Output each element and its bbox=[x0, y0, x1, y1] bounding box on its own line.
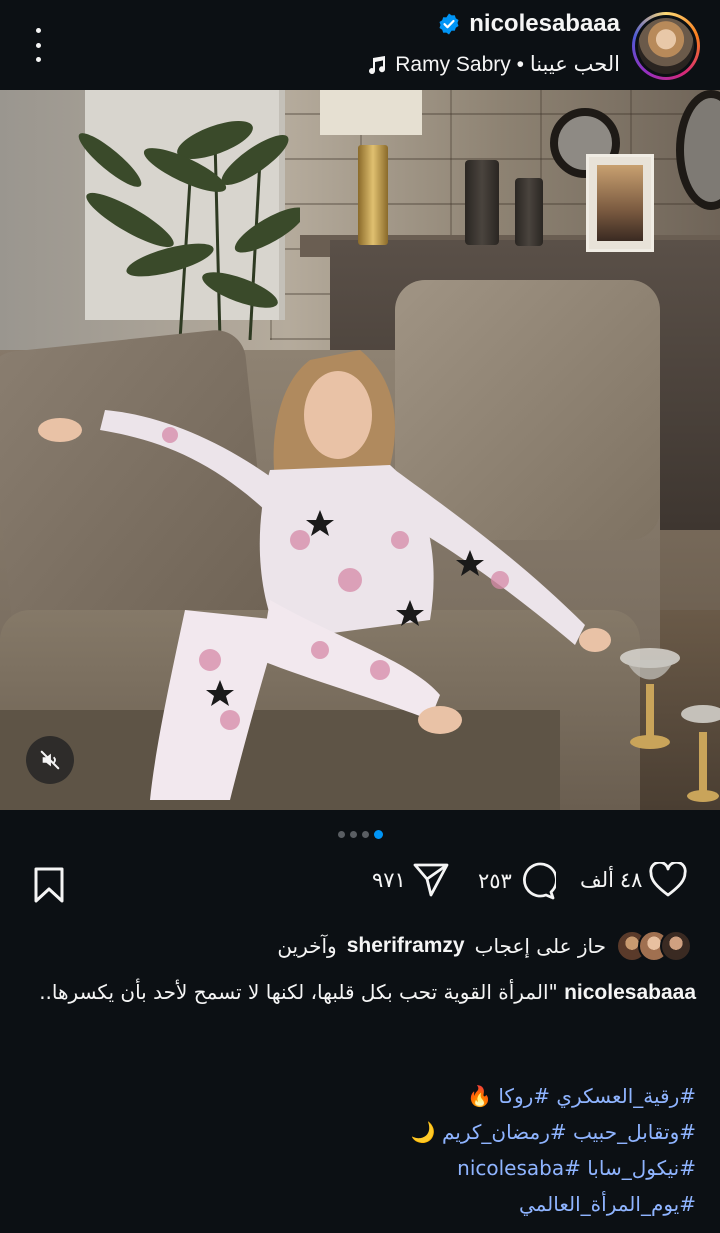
caption-text: "المرأة القوية تحب بكل قلبها، لكنها لا ت… bbox=[39, 980, 558, 1004]
caption: nicolesabaaa "المرأة القوية تحب بكل قلبه… bbox=[16, 974, 696, 1011]
music-note-icon bbox=[369, 55, 386, 74]
hashtag-line[interactable]: #يوم_المرأة_العالمي bbox=[16, 1186, 696, 1222]
post-header: nicolesabaaa Ramy Sabry • الحب عيبنا bbox=[0, 0, 720, 90]
shares-count: ٩٧١ bbox=[372, 868, 406, 892]
send-icon bbox=[413, 863, 449, 897]
hashtag-block: #رقية_العسكري #روكا 🔥 #وتقابل_حبيب #رمضا… bbox=[16, 1078, 696, 1222]
comments-count: ٢٥٣ bbox=[478, 869, 512, 893]
hashtag-line[interactable]: #نيكول_سابا #nicolesaba bbox=[16, 1150, 696, 1186]
more-options-icon[interactable] bbox=[28, 28, 48, 62]
save-button[interactable] bbox=[32, 866, 66, 908]
username[interactable]: nicolesabaaa bbox=[469, 10, 620, 38]
carousel-dot bbox=[349, 831, 357, 838]
verified-badge-icon bbox=[439, 13, 459, 35]
avatar-image bbox=[638, 18, 694, 74]
caption-username[interactable]: nicolesabaaa bbox=[564, 981, 696, 1004]
liked-by-user[interactable]: sheriframzy bbox=[347, 934, 465, 958]
likes-count: ٤٨ ألف bbox=[580, 868, 643, 892]
avatar[interactable] bbox=[632, 12, 700, 80]
photo-frame bbox=[586, 154, 654, 252]
hashtag-line[interactable]: #رقية_العسكري #روكا 🔥 bbox=[16, 1078, 696, 1114]
hashtag-line[interactable]: #وتقابل_حبيب #رمضان_كريم 🌙 bbox=[16, 1114, 696, 1150]
share-button[interactable]: ٩٧١ bbox=[372, 862, 450, 898]
comment-button[interactable]: ٢٥٣ bbox=[478, 862, 556, 900]
carousel-dot bbox=[337, 831, 345, 838]
mute-button[interactable] bbox=[26, 736, 74, 784]
post-image[interactable] bbox=[0, 90, 720, 810]
action-bar: ٩٧١ ٢٥٣ ٤٨ ألف bbox=[0, 862, 720, 912]
carousel-dot bbox=[361, 831, 369, 838]
heart-icon bbox=[649, 862, 687, 897]
like-button[interactable]: ٤٨ ألف bbox=[580, 862, 688, 898]
candle-holder bbox=[681, 705, 720, 802]
carousel-indicator bbox=[0, 830, 720, 841]
carousel-dot-active bbox=[373, 830, 383, 839]
likes-suffix: وآخرين bbox=[277, 934, 337, 958]
bookmark-icon bbox=[34, 867, 64, 903]
music-row[interactable]: Ramy Sabry • الحب عيبنا bbox=[367, 52, 620, 77]
likes-prefix: حاز على إعجاب bbox=[474, 934, 606, 958]
muted-speaker-icon bbox=[40, 750, 60, 770]
music-label[interactable]: Ramy Sabry • الحب عيبنا bbox=[395, 52, 620, 77]
liked-by-row[interactable]: حاز على إعجاب sheriframzy وآخرين bbox=[277, 930, 692, 962]
candle-holder bbox=[620, 648, 680, 749]
username-row[interactable]: nicolesabaaa bbox=[437, 10, 620, 38]
woman-figure bbox=[38, 350, 611, 800]
lamp bbox=[320, 90, 422, 135]
liker-avatar bbox=[660, 930, 692, 962]
comment-icon bbox=[522, 862, 556, 900]
liker-avatars bbox=[616, 930, 692, 962]
